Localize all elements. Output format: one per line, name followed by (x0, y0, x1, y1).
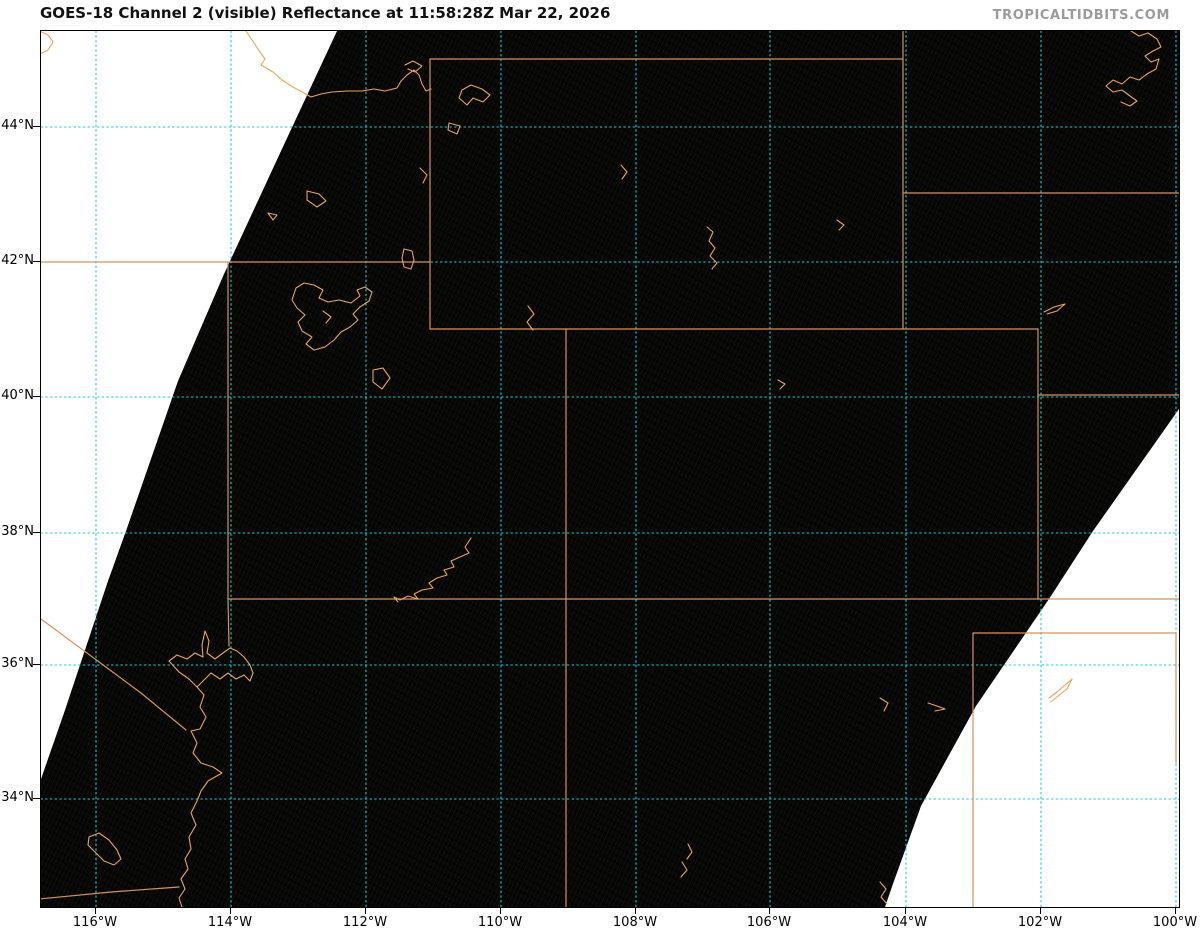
lake-mead (168, 630, 254, 688)
lat-tick (33, 532, 40, 533)
satellite-map-plot-area (40, 30, 1180, 908)
lon-tick-label: 108°W (612, 915, 658, 929)
lat-tick-label: 38°N (1, 524, 34, 539)
border-us-mexico (41, 886, 180, 900)
elephant-butte-reservoir (686, 843, 693, 860)
lon-tick (230, 907, 231, 914)
lon-tick (1040, 907, 1041, 914)
lon-tick-label: 102°W (1017, 915, 1063, 929)
palisades-reservoir (419, 167, 428, 184)
lon-tick (365, 907, 366, 914)
lon-tick (905, 907, 906, 914)
lat-tick-label: 34°N (1, 790, 34, 805)
conchas-lake (879, 697, 889, 712)
lon-tick-label: 114°W (207, 915, 253, 929)
utah-lake (372, 367, 391, 390)
lat-tick-label: 44°N (1, 118, 34, 133)
lon-tick (769, 907, 770, 914)
scan-gap-southeast (885, 409, 1179, 907)
lon-tick-label: 106°W (746, 915, 792, 929)
american-falls-reservoir (306, 190, 327, 208)
lat-tick (33, 126, 40, 127)
lon-tick-label: 100°W (1152, 915, 1198, 929)
pecos-river (879, 881, 888, 905)
lat-tick (33, 798, 40, 799)
lat-tick-label: 36°N (1, 656, 34, 671)
satellite-viewer-page: GOES-18 Channel 2 (visible) Reflectance … (0, 0, 1200, 929)
lon-tick-label: 116°W (72, 915, 118, 929)
salton-sea (87, 832, 122, 866)
front-range-reservoir (777, 379, 786, 390)
flaming-gorge-reservoir (526, 305, 535, 331)
great-salt-lake-island (322, 310, 332, 324)
border-nv-ut-114w (227, 261, 230, 647)
lon-tick-label: 112°W (342, 915, 388, 929)
idaho-small-lake (267, 212, 278, 221)
tropicaltidbits-watermark: TROPICALTIDBITS.COM (992, 8, 1170, 23)
lon-tick-label: 110°W (477, 915, 523, 929)
great-salt-lake (291, 282, 373, 351)
lon-tick-label: 104°W (882, 915, 928, 929)
jackson-lake (458, 84, 491, 106)
caballo-reservoir (680, 861, 688, 878)
lat-tick (33, 664, 40, 665)
yellowstone-lake (447, 122, 461, 135)
colorado-river (178, 686, 223, 907)
satellite-map-graphics (41, 31, 1179, 907)
lon-tick (95, 907, 96, 914)
lat-tick-label: 40°N (1, 388, 34, 403)
lat-tick (33, 396, 40, 397)
boysen-reservoir (620, 164, 628, 180)
lake-powell (393, 537, 472, 603)
lon-tick (500, 907, 501, 914)
image-title: GOES-18 Channel 2 (visible) Reflectance … (40, 4, 611, 22)
lake-mcconaughy (1043, 303, 1066, 315)
ute-lake (927, 702, 946, 712)
scan-gap-northwest (41, 31, 337, 779)
bear-lake (401, 248, 415, 270)
lat-tick-label: 42°N (1, 253, 34, 268)
glendo-reservoir (836, 219, 845, 231)
lon-tick (635, 907, 636, 914)
seminoe-reservoir (706, 226, 718, 270)
lat-tick (33, 261, 40, 262)
lon-tick (1175, 907, 1176, 914)
missouri-river (1105, 31, 1162, 107)
